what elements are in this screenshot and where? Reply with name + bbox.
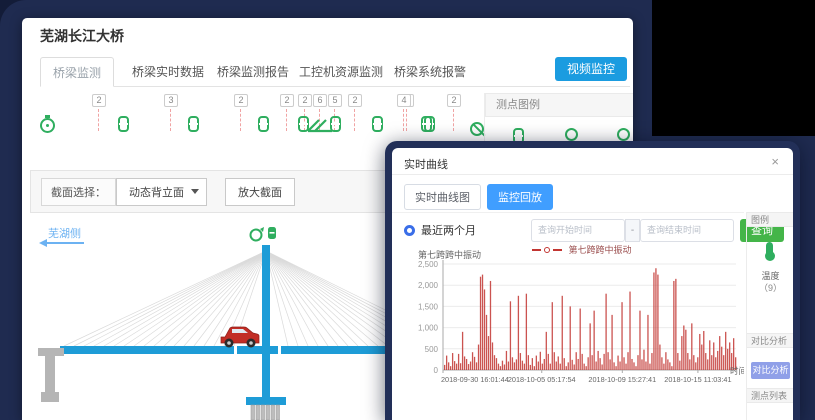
sensor-count-badge[interactable]: 2	[447, 94, 461, 107]
curve-modal-frame: 实时曲线 × 实时曲线图监控回放 最近两个月 - 查询 第七跨跨中振动 第七跨跨…	[385, 141, 800, 420]
curve-modal: 实时曲线 × 实时曲线图监控回放 最近两个月 - 查询 第七跨跨中振动 第七跨跨…	[392, 148, 793, 420]
sensor-count-badge[interactable]: 2	[348, 94, 362, 107]
gauge-icon[interactable]	[565, 128, 578, 141]
sensor-marker-line	[453, 109, 454, 131]
svg-text:2,500: 2,500	[418, 260, 439, 269]
link-sensor-icon[interactable]	[372, 116, 383, 132]
link-sensor-icon[interactable]	[188, 116, 199, 132]
sensor-marker-line	[406, 109, 407, 131]
sensor-marker-line	[170, 109, 171, 131]
range-separator: -	[625, 219, 640, 242]
legend-label: 第七跨跨中振动	[568, 243, 631, 256]
modal-sidebar: 图例 温度 （9） 对比分析 对比分析 测点列表	[746, 212, 793, 420]
query-controls: 最近两个月 - 查询	[404, 218, 784, 242]
recent-two-months-radio[interactable]	[404, 225, 415, 236]
sensor-strip: 23222652242	[22, 92, 482, 148]
thermometer-icon	[766, 242, 773, 255]
sidebar-legend-header: 图例	[747, 212, 793, 227]
bridge-abutment	[38, 348, 64, 402]
sensor-marker-line	[240, 109, 241, 131]
sensor-count-badge[interactable]: 6	[313, 94, 327, 107]
gauge-icon[interactable]	[617, 128, 630, 141]
svg-text:500: 500	[425, 345, 439, 354]
sensor-count-badge[interactable]: 2	[234, 94, 248, 107]
sensor-marker-line	[354, 109, 355, 131]
modal-tab-group: 实时曲线图监控回放	[404, 184, 553, 210]
sensor-marker-line	[286, 109, 287, 131]
zoom-section-button[interactable]: 放大截面	[225, 178, 295, 206]
svg-text:2018-10-09 15:27:41: 2018-10-09 15:27:41	[588, 375, 656, 384]
modal-header: 实时曲线 ×	[392, 148, 793, 175]
point-list-header: 测点列表	[747, 388, 793, 403]
close-icon[interactable]: ×	[771, 154, 779, 169]
legend-line	[553, 249, 562, 251]
deck-joint	[278, 346, 281, 354]
section-dropdown[interactable]: 动态背立面	[116, 178, 207, 206]
stopwatch-icon[interactable]	[40, 118, 55, 133]
compare-analysis-button[interactable]: 对比分析	[751, 362, 790, 379]
compare-section-header: 对比分析	[747, 333, 793, 348]
query-end-input[interactable]	[640, 219, 734, 242]
sensor-count-badge[interactable]: 2	[92, 94, 106, 107]
tab-0[interactable]: 桥梁监测	[40, 57, 114, 87]
chart-legend[interactable]: 第七跨跨中振动	[462, 243, 702, 256]
bridge-tower	[262, 245, 270, 397]
modal-tab-0[interactable]: 实时曲线图	[404, 184, 481, 210]
sensor-count-badge[interactable]: 3	[164, 94, 178, 107]
svg-text:时间: 时间	[730, 366, 744, 376]
section-select-label: 截面选择：	[41, 178, 116, 206]
tab-4[interactable]: 桥梁系统报警	[382, 57, 478, 87]
no-entry-icon[interactable]	[470, 122, 484, 136]
pier-piles	[251, 405, 280, 420]
video-monitor-button[interactable]: 视频监控	[555, 57, 627, 81]
car	[221, 327, 259, 348]
legend-panel-header: 测点图例	[485, 93, 633, 117]
svg-text:2018-10-15 11:03:41: 2018-10-15 11:03:41	[664, 375, 731, 384]
deck-joint	[234, 346, 237, 354]
svg-text:2,000: 2,000	[418, 281, 439, 290]
svg-text:2018-10-05 05:17:54: 2018-10-05 05:17:54	[508, 375, 576, 384]
rotation-sensor-icon[interactable]	[251, 227, 265, 241]
link-sensor-icon[interactable]	[421, 116, 432, 132]
radio-label: 最近两个月	[421, 222, 476, 238]
temperature-count: （9）	[747, 281, 793, 294]
tab-3[interactable]: 工控机资源监测	[287, 57, 395, 87]
tab-1[interactable]: 桥梁实时数据	[120, 57, 216, 87]
modal-title: 实时曲线	[404, 156, 448, 172]
svg-text:2018-09-30 16:01:44: 2018-09-30 16:01:44	[441, 375, 509, 384]
pier-crossbeam	[246, 397, 286, 405]
sensor-marker-line	[403, 109, 404, 131]
sensor-count-badge[interactable]: 2	[298, 94, 312, 107]
truss-sensor-icon[interactable]	[307, 116, 333, 134]
svg-text:1,000: 1,000	[418, 324, 439, 333]
page-title: 芜湖长江大桥	[40, 26, 124, 46]
divider	[392, 212, 744, 213]
meter-sensor-icon[interactable]	[268, 227, 276, 239]
sensor-marker-line	[98, 109, 99, 131]
black-screen-region	[652, 0, 815, 136]
desktop-background: 芜湖长江大桥 桥梁监测桥梁实时数据桥梁监测报告工控机资源监测桥梁系统报警 视频监…	[0, 0, 815, 420]
legend-line	[532, 249, 541, 251]
sensor-count-badge[interactable]: 5	[328, 94, 342, 107]
sensor-count-badge[interactable]: 4	[397, 94, 411, 107]
modal-tab-1[interactable]: 监控回放	[487, 184, 553, 210]
sensor-count-badge[interactable]: 2	[280, 94, 294, 107]
query-start-input[interactable]	[531, 219, 625, 242]
link-sensor-icon[interactable]	[118, 116, 129, 132]
vibration-chart: 0 500 1,000 1,500 2,000 2,500 2018-09-30 16:01…	[392, 258, 744, 400]
legend-marker-icon	[544, 247, 550, 253]
svg-text:1,500: 1,500	[418, 302, 439, 311]
link-sensor-icon[interactable]	[258, 116, 269, 132]
svg-text:0: 0	[434, 366, 439, 375]
tab-bar: 桥梁监测桥梁实时数据桥梁监测报告工控机资源监测桥梁系统报警	[40, 57, 630, 87]
